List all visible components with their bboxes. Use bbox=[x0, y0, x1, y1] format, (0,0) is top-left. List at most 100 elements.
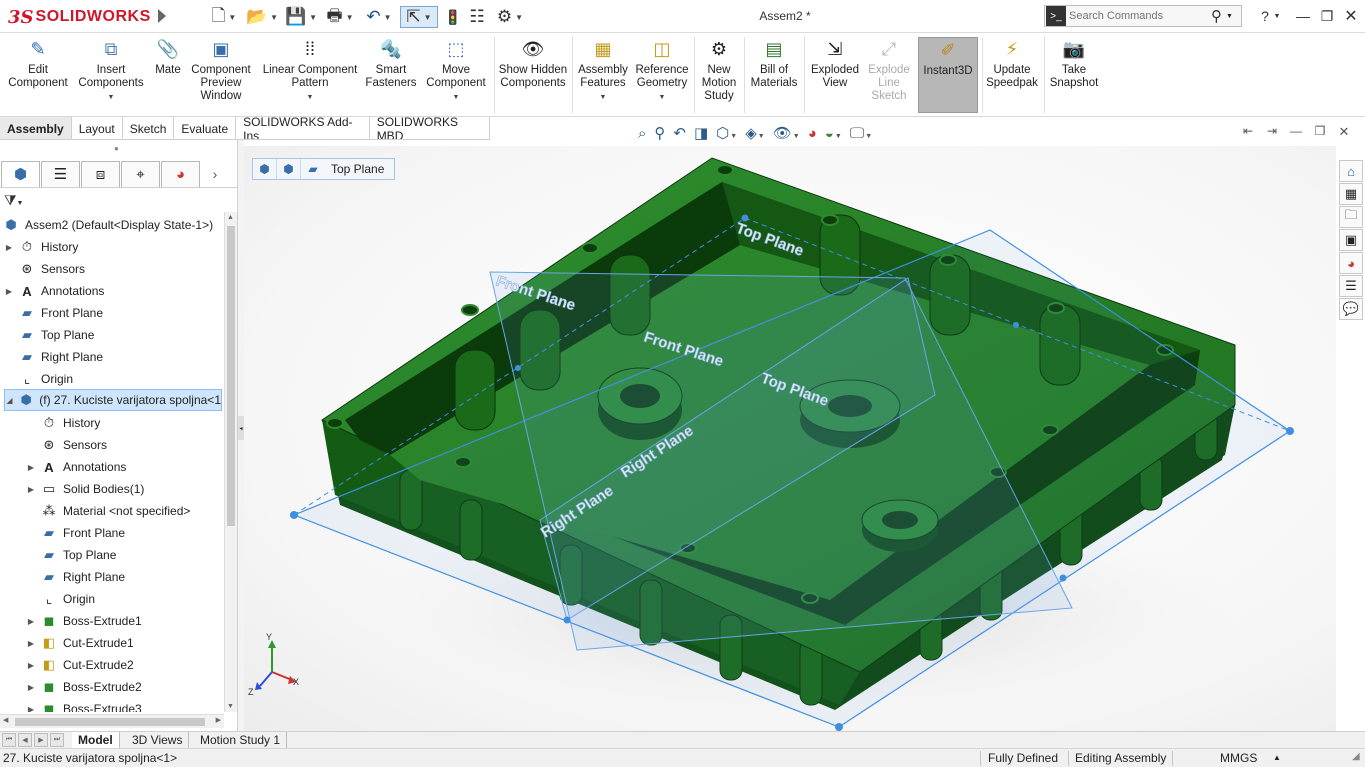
configurationmanager-tab[interactable]: ⧈ bbox=[81, 160, 120, 187]
menu-expand-arrow-icon[interactable] bbox=[158, 9, 166, 23]
edit-component-button[interactable]: ✎ Edit Component bbox=[4, 37, 72, 113]
comp-item-boss-extrude3[interactable]: ▶ ◼ Boss-Extrude3 bbox=[26, 698, 142, 712]
comp-item-front-plane[interactable]: ▰ Front Plane bbox=[26, 522, 125, 544]
plane-breadcrumb-icon[interactable]: ▰ bbox=[301, 159, 325, 179]
status-units[interactable]: MMGS bbox=[1220, 751, 1257, 765]
tree-item-sensors[interactable]: ⊛ Sensors bbox=[4, 258, 85, 280]
move-component-dropdown-icon[interactable]: ▼ bbox=[453, 91, 460, 104]
expand-right-icon[interactable]: ⇥ bbox=[1260, 124, 1284, 142]
edit-appearance-icon[interactable]: ◕ bbox=[808, 125, 817, 142]
tree-item-annotations[interactable]: ▶ A Annotations bbox=[4, 280, 104, 302]
solidworks-logo[interactable]: 3S SOLIDWORKS bbox=[8, 4, 156, 30]
scroll-left-icon[interactable]: ◀ bbox=[3, 716, 8, 724]
smart-fasteners-button[interactable]: 🔩 Smart Fasteners bbox=[364, 37, 418, 113]
propertymanager-tab[interactable]: ☰ bbox=[41, 160, 80, 187]
view-palette-tab[interactable]: ▣ bbox=[1339, 229, 1363, 251]
mate-button[interactable]: 📎 Mate bbox=[150, 37, 186, 113]
tree-root-assembly[interactable]: ⬢ Assem2 (Default<Display State-1>) bbox=[2, 214, 213, 236]
update-speedpak-button[interactable]: ⚡ Update Speedpak bbox=[984, 37, 1040, 113]
tab-model[interactable]: Model bbox=[72, 732, 120, 748]
next-tab-icon[interactable]: ▶ bbox=[34, 733, 48, 747]
tab-3d-views[interactable]: 3D Views bbox=[126, 732, 190, 748]
expand-arrow-icon[interactable]: ▶ bbox=[26, 485, 36, 494]
select-button[interactable]: ⇱ ▼ bbox=[400, 6, 438, 28]
file-properties-button[interactable]: ☷ bbox=[466, 6, 488, 28]
tab-sketch[interactable]: Sketch bbox=[122, 117, 175, 140]
search-dropdown-icon[interactable]: ▼ bbox=[1226, 13, 1233, 20]
expand-arrow-icon[interactable]: ▶ bbox=[26, 683, 36, 692]
comp-item-annotations[interactable]: ▶ A Annotations bbox=[26, 456, 126, 478]
insert-components-button[interactable]: ⧉ Insert Components ▼ bbox=[74, 37, 148, 113]
expand-arrow-icon[interactable]: ▶ bbox=[26, 639, 36, 648]
comp-item-right-plane[interactable]: ▰ Right Plane bbox=[26, 566, 125, 588]
assembly-breadcrumb-icon[interactable]: ⬢ bbox=[253, 159, 277, 179]
comp-item-boss-extrude1[interactable]: ▶ ◼ Boss-Extrude1 bbox=[26, 610, 142, 632]
prev-tab-icon[interactable]: ◀ bbox=[18, 733, 32, 747]
show-hidden-components-button[interactable]: 👁 Show Hidden Components bbox=[498, 37, 568, 113]
more-tabs-chevron-icon[interactable]: › bbox=[200, 166, 230, 182]
displaymanager-tab[interactable]: ◕ bbox=[161, 160, 200, 187]
breadcrumb[interactable]: ⬢ ⬢ ▰ Top Plane bbox=[252, 158, 396, 180]
tab-solidworks-mbd[interactable]: SOLIDWORKS MBD bbox=[369, 115, 490, 143]
comp-item-history[interactable]: ⏱ History bbox=[26, 412, 100, 434]
collapse-left-icon[interactable]: ⇤ bbox=[1236, 124, 1260, 142]
scroll-down-icon[interactable]: ▼ bbox=[227, 703, 234, 710]
instant3d-button[interactable]: ✐ Instant3D bbox=[918, 37, 978, 113]
tab-motion-study-1[interactable]: Motion Study 1 bbox=[194, 732, 288, 748]
tree-item-history[interactable]: ▶ ⏱ History bbox=[4, 236, 78, 258]
scrollbar-thumb[interactable] bbox=[227, 226, 235, 526]
restore-button[interactable]: ❐ bbox=[1316, 6, 1338, 26]
comp-item-cut-extrude1[interactable]: ▶ ◧ Cut-Extrude1 bbox=[26, 632, 134, 654]
search-commands-box[interactable]: >_ ⚲ ▼ bbox=[1044, 5, 1242, 27]
scrollbar-thumb[interactable] bbox=[15, 718, 205, 726]
options-button[interactable]: ⚙ ▼ bbox=[493, 6, 527, 28]
tab-solidworks-add-ins[interactable]: SOLIDWORKS Add-Ins bbox=[236, 115, 370, 143]
save-button[interactable]: 💾 ▼ bbox=[284, 6, 318, 28]
insert-components-dropdown-icon[interactable]: ▼ bbox=[108, 91, 115, 104]
viewport-minimize-icon[interactable]: — bbox=[1284, 124, 1308, 142]
tab-layout[interactable]: Layout bbox=[71, 117, 123, 140]
comp-item-solid-bodies[interactable]: ▶ ▭ Solid Bodies(1) bbox=[26, 478, 144, 500]
custom-properties-tab[interactable]: ☰ bbox=[1339, 275, 1363, 297]
first-tab-icon[interactable]: ⏮ bbox=[2, 733, 16, 747]
comp-item-sensors[interactable]: ⊛ Sensors bbox=[26, 434, 107, 456]
comp-item-material[interactable]: ⁂ Material <not specified> bbox=[26, 500, 191, 522]
help-dropdown-icon[interactable]: ▼ bbox=[1272, 6, 1282, 26]
comp-item-origin[interactable]: ⌞ Origin bbox=[26, 588, 95, 610]
tree-item-origin[interactable]: ⌞ Origin bbox=[4, 368, 73, 390]
dimxpertmanager-tab[interactable]: ⌖ bbox=[121, 160, 160, 187]
linear-component-pattern-button[interactable]: ⁞⁞ Linear Component Pattern ▼ bbox=[258, 37, 362, 113]
breadcrumb-label[interactable]: Top Plane bbox=[325, 162, 394, 176]
scroll-right-icon[interactable]: ▶ bbox=[216, 716, 221, 724]
forum-tab[interactable]: 💬 bbox=[1339, 298, 1363, 320]
part-breadcrumb-icon[interactable]: ⬢ bbox=[277, 159, 301, 179]
file-explorer-tab[interactable]: 🗀 bbox=[1339, 206, 1363, 228]
expand-arrow-icon[interactable]: ▶ bbox=[26, 617, 36, 626]
scroll-up-icon[interactable]: ▲ bbox=[227, 214, 234, 221]
bill-of-materials-button[interactable]: ▤ Bill of Materials bbox=[746, 37, 802, 113]
units-dropdown-icon[interactable]: ▲ bbox=[1273, 753, 1281, 762]
explode-line-sketch-button[interactable]: ⤢ Explode Line Sketch bbox=[864, 37, 914, 113]
search-icon[interactable]: ⚲ bbox=[1211, 7, 1222, 25]
expand-arrow-icon[interactable]: ▶ bbox=[26, 705, 36, 713]
print-button[interactable]: 🖶 ▼ bbox=[323, 6, 357, 28]
last-tab-icon[interactable]: ⏭ bbox=[50, 733, 64, 747]
section-view-icon[interactable]: ◨ bbox=[694, 124, 708, 142]
tree-item-component[interactable]: ◢ ⬢ (f) 27. Kuciste varijatora spoljna<1 bbox=[4, 389, 222, 411]
graphics-area[interactable]: Top Plane Front Plane Front Plane Top Pl… bbox=[244, 146, 1336, 733]
featuremanager-tree-tab[interactable]: ⬢ bbox=[1, 160, 40, 187]
zoom-to-fit-icon[interactable]: ⌕ bbox=[638, 125, 646, 142]
new-document-button[interactable]: 🗋 ▼ bbox=[207, 6, 241, 28]
close-button[interactable]: ✕ bbox=[1340, 6, 1362, 26]
expand-arrow-icon[interactable]: ▶ bbox=[4, 243, 14, 252]
undo-button[interactable]: ↶ ▼ bbox=[362, 6, 396, 28]
design-library-tab[interactable]: ▦ bbox=[1339, 183, 1363, 205]
tab-evaluate[interactable]: Evaluate bbox=[174, 117, 237, 140]
appearances-tab[interactable]: ◕ bbox=[1339, 252, 1363, 274]
comp-item-top-plane[interactable]: ▰ Top Plane bbox=[26, 544, 116, 566]
view-settings-icon[interactable]: 🖵▼ bbox=[850, 125, 872, 142]
zoom-to-area-icon[interactable]: ⚲ bbox=[654, 124, 665, 142]
tree-item-front-plane[interactable]: ▰ Front Plane bbox=[4, 302, 103, 324]
solidworks-resources-tab[interactable]: ⌂ bbox=[1339, 160, 1363, 182]
comp-item-cut-extrude2[interactable]: ▶ ◧ Cut-Extrude2 bbox=[26, 654, 134, 676]
